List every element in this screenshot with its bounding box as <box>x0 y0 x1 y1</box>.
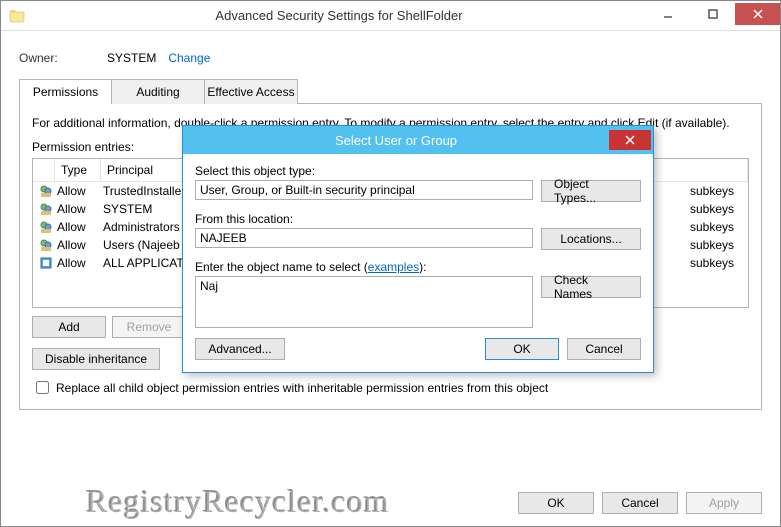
owner-label: Owner: <box>19 51 107 65</box>
ok-button[interactable]: OK <box>518 492 594 514</box>
owner-row: Owner: SYSTEM Change <box>19 51 762 65</box>
tabs: Permissions Auditing Effective Access <box>19 79 762 104</box>
row-tail: subkeys <box>688 256 744 270</box>
enter-label-suffix: ): <box>419 260 426 274</box>
folder-icon <box>9 9 25 23</box>
tab-auditing[interactable]: Auditing <box>112 79 205 104</box>
change-owner-link[interactable]: Change <box>168 51 210 65</box>
object-type-label: Select this object type: <box>195 164 641 178</box>
users-icon <box>37 202 55 216</box>
users-icon <box>37 184 55 198</box>
check-names-button[interactable]: Check Names <box>541 276 641 298</box>
dialog-close-button[interactable] <box>609 130 651 150</box>
dialog-ok-button[interactable]: OK <box>485 338 559 360</box>
row-tail: subkeys <box>688 220 744 234</box>
add-button[interactable]: Add <box>32 316 106 338</box>
minimize-button[interactable] <box>645 3 690 25</box>
apply-button: Apply <box>686 492 762 514</box>
location-field: NAJEEB <box>195 228 533 248</box>
disable-inheritance-button[interactable]: Disable inheritance <box>32 348 160 370</box>
enter-name-label: Enter the object name to select (example… <box>195 260 641 274</box>
tab-permissions[interactable]: Permissions <box>19 79 112 104</box>
advanced-button[interactable]: Advanced... <box>195 338 285 360</box>
enter-label-prefix: Enter the object name to select ( <box>195 260 368 274</box>
row-type: Allow <box>55 220 101 234</box>
replace-checkbox-row: Replace all child object permission entr… <box>32 378 749 397</box>
maximize-button[interactable] <box>690 3 735 25</box>
close-button[interactable] <box>735 3 780 25</box>
replace-checkbox[interactable] <box>36 381 49 394</box>
locations-button[interactable]: Locations... <box>541 228 641 250</box>
row-type: Allow <box>55 256 101 270</box>
dialog-titlebar: Select User or Group <box>183 126 653 154</box>
row-tail: subkeys <box>688 202 744 216</box>
dialog-bottom-buttons: OK Cancel Apply <box>518 492 762 514</box>
dialog-cancel-button[interactable]: Cancel <box>567 338 641 360</box>
row-type: Allow <box>55 202 101 216</box>
select-user-dialog: Select User or Group Select this object … <box>182 125 654 373</box>
examples-link[interactable]: examples <box>368 260 419 274</box>
row-tail: subkeys <box>688 184 744 198</box>
window-titlebar: Advanced Security Settings for ShellFold… <box>1 1 780 31</box>
location-label: From this location: <box>195 212 641 226</box>
users-icon <box>37 220 55 234</box>
row-type: Allow <box>55 238 101 252</box>
owner-value: SYSTEM <box>107 51 156 65</box>
window-title: Advanced Security Settings for ShellFold… <box>33 8 645 23</box>
tab-effective-access[interactable]: Effective Access <box>205 79 298 104</box>
users-icon <box>37 238 55 252</box>
row-type: Allow <box>55 184 101 198</box>
object-types-button[interactable]: Object Types... <box>541 180 641 202</box>
row-tail: subkeys <box>688 238 744 252</box>
object-type-field: User, Group, or Built-in security princi… <box>195 180 533 200</box>
col-type[interactable]: Type <box>55 159 101 181</box>
package-icon <box>37 256 55 270</box>
replace-checkbox-label: Replace all child object permission entr… <box>56 381 548 395</box>
watermark: RegistryRecycler.com <box>86 483 389 520</box>
object-name-input[interactable] <box>195 276 533 328</box>
cancel-button[interactable]: Cancel <box>602 492 678 514</box>
dialog-title: Select User or Group <box>183 133 609 148</box>
remove-button: Remove <box>112 316 186 338</box>
col-icon[interactable] <box>33 159 55 181</box>
